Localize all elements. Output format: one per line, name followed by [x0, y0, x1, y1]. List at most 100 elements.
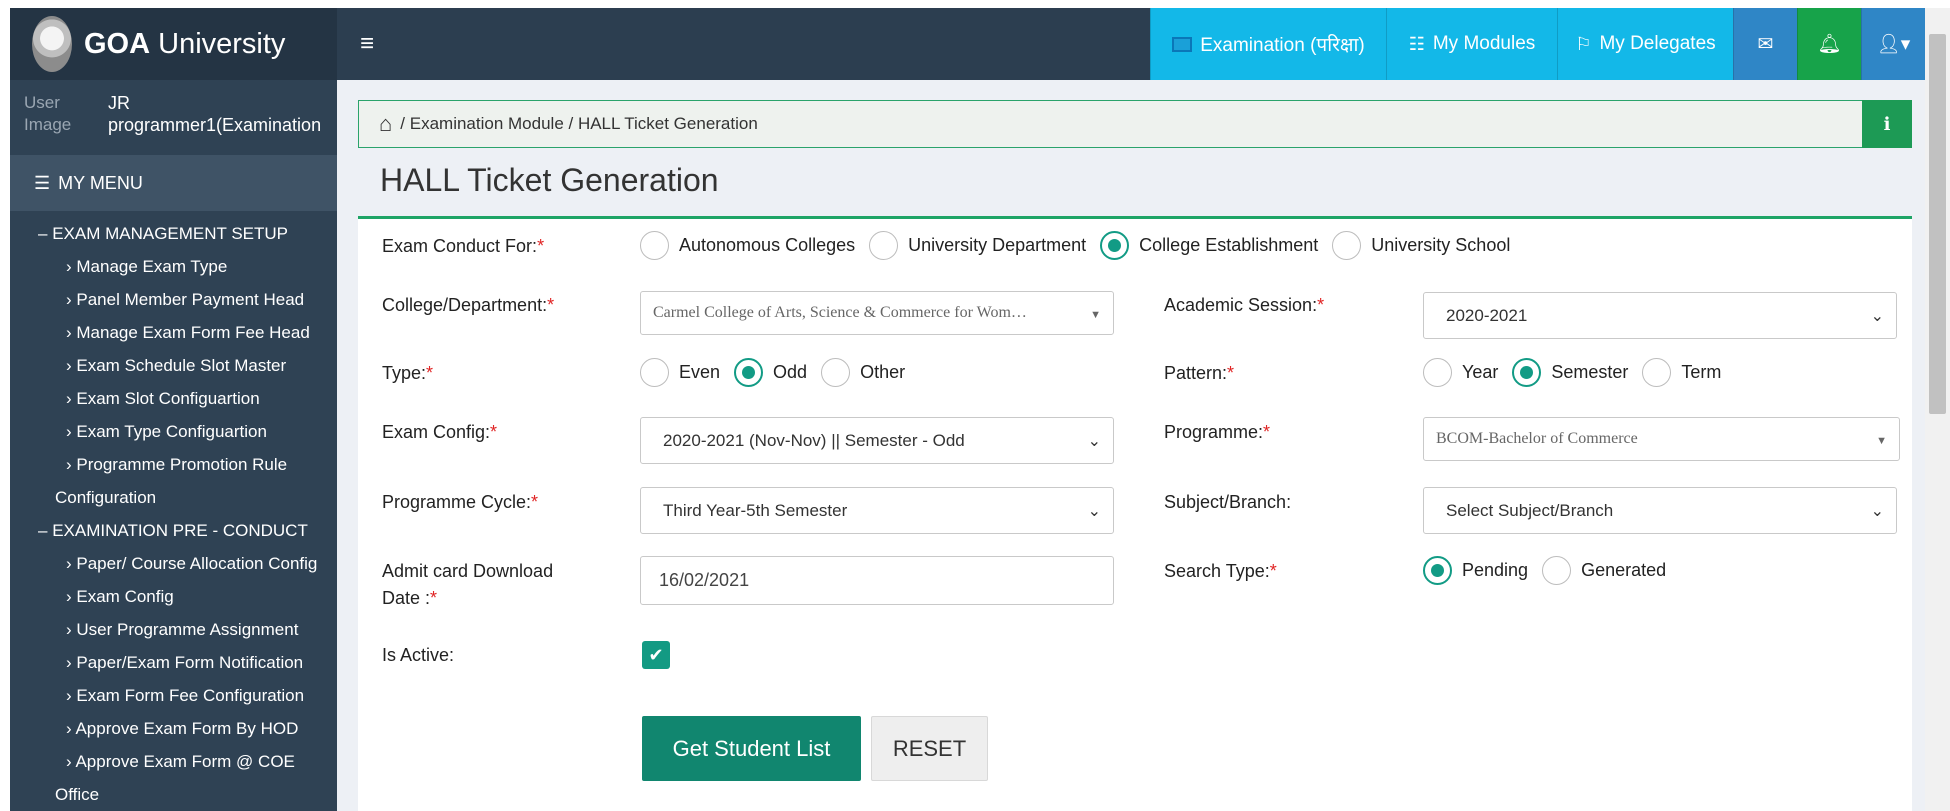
menu-item-paper-exam-form-notification[interactable]: › Paper/Exam Form Notification: [10, 646, 337, 679]
menu-item-manage-exam-form-fee-head[interactable]: › Manage Exam Form Fee Head: [10, 316, 337, 349]
menu-toggle-icon[interactable]: ≡: [360, 30, 374, 58]
menu-item-approve-exam-form-coe-cont[interactable]: Office: [10, 778, 337, 811]
menu-item-approve-exam-form-coe[interactable]: › Approve Exam Form @ COE: [10, 745, 337, 778]
radio-year[interactable]: Year: [1423, 358, 1502, 387]
radio-autonomous-colleges[interactable]: Autonomous Colleges: [640, 231, 859, 260]
type-radio-group: Even Odd Other: [640, 358, 919, 387]
exam-config-select[interactable]: 2020-2021 (Nov-Nov) || Semester - Odd ⌄: [640, 417, 1114, 464]
my-modules-label: My Modules: [1432, 33, 1536, 54]
type-label: Type:*: [382, 363, 434, 383]
user-name: JR programmer1(Examination: [108, 93, 322, 135]
scrollbar-thumb[interactable]: [1929, 34, 1946, 414]
user-panel: User Image JR programmer1(Examination: [10, 80, 337, 155]
college-department-label: College/Department:*: [382, 295, 555, 315]
radio-university-school[interactable]: University School: [1332, 231, 1514, 260]
menu-item-paper-course-allocation[interactable]: › Paper/ Course Allocation Config: [10, 547, 337, 580]
user-image: User Image: [24, 93, 72, 134]
bell-icon: 🔔︎: [1817, 34, 1842, 55]
subject-branch-label: Subject/Branch:: [1164, 492, 1292, 512]
menu-section-exam-management-setup[interactable]: – EXAM MANAGEMENT SETUP: [10, 217, 337, 250]
list-icon: ☰: [34, 172, 51, 193]
get-student-list-button[interactable]: Get Student List: [642, 716, 861, 781]
programme-cycle-select[interactable]: Third Year-5th Semester ⌄: [640, 487, 1114, 534]
programme-label: Programme:*: [1164, 422, 1271, 442]
college-department-select[interactable]: Carmel College of Arts, Science & Commer…: [640, 291, 1114, 335]
pattern-label: Pattern:*: [1164, 363, 1235, 383]
brand-name: GOA University: [84, 27, 286, 60]
navbar-right: Examination (परिक्षा) ☷ My Modules ⚐ My …: [1150, 8, 1925, 80]
radio-term[interactable]: Term: [1642, 358, 1725, 387]
menu-item-exam-schedule-slot-master[interactable]: › Exam Schedule Slot Master: [10, 349, 337, 382]
my-delegates-label: My Delegates: [1599, 33, 1716, 54]
search-type-radio-group: Pending Generated: [1423, 556, 1680, 585]
notifications-button[interactable]: 🔔︎: [1797, 8, 1861, 80]
dropdown-caret-icon: ▼: [1876, 435, 1887, 447]
exam-conduct-for-label: Exam Conduct For:*: [382, 236, 545, 256]
is-active-checkbox[interactable]: ✔: [642, 641, 670, 669]
menu-item-exam-slot-configuration[interactable]: › Exam Slot Configuartion: [10, 382, 337, 415]
menu-item-user-programme-assignment[interactable]: › User Programme Assignment: [10, 613, 337, 646]
menu-item-programme-promotion-rule[interactable]: › Programme Promotion Rule: [10, 448, 337, 481]
menu-item-exam-config[interactable]: › Exam Config: [10, 580, 337, 613]
my-delegates-button[interactable]: ⚐ My Delegates: [1557, 8, 1733, 80]
info-icon[interactable]: ℹ: [1862, 100, 1912, 148]
is-active-label: Is Active:: [382, 645, 455, 665]
academic-session-select[interactable]: 2020-2021 ⌄: [1423, 292, 1897, 339]
page-title: HALL Ticket Generation: [380, 162, 719, 198]
search-type-label: Search Type:*: [1164, 561, 1277, 581]
user-icon: 👤︎▾: [1876, 34, 1911, 55]
menu-item-manage-exam-type[interactable]: › Manage Exam Type: [10, 250, 337, 283]
brand[interactable]: GOA University: [10, 8, 337, 80]
chevron-down-icon: ⌄: [1870, 503, 1884, 520]
programme-select[interactable]: BCOM-Bachelor of Commerce ▼: [1423, 417, 1900, 461]
mail-button[interactable]: ✉: [1733, 8, 1797, 80]
menu-item-programme-promotion-rule-cont[interactable]: Configuration: [10, 481, 337, 514]
university-logo-icon: [32, 16, 72, 72]
my-menu-header: ☰ MY MENU: [10, 155, 337, 211]
radio-college-establishment[interactable]: College Establishment: [1100, 231, 1322, 260]
mail-icon: ✉: [1757, 33, 1774, 55]
chevron-down-icon: ⌄: [1087, 433, 1101, 450]
exam-config-label: Exam Config:*: [382, 422, 498, 442]
page-scrollbar[interactable]: [1925, 8, 1950, 811]
home-icon[interactable]: ⌂: [379, 111, 392, 137]
sidebar: User Image JR programmer1(Examination ☰ …: [10, 80, 337, 811]
user-menu-button[interactable]: 👤︎▾: [1861, 8, 1925, 80]
breadcrumb-path: / Examination Module / HALL Ticket Gener…: [400, 114, 758, 133]
menu-item-panel-member-payment-head[interactable]: › Panel Member Payment Head: [10, 283, 337, 316]
admit-card-date-input[interactable]: 16/02/2021: [640, 556, 1114, 605]
menu-item-exam-form-fee-configuration[interactable]: › Exam Form Fee Configuration: [10, 679, 337, 712]
subject-branch-select[interactable]: Select Subject/Branch ⌄: [1423, 487, 1897, 534]
chevron-down-icon: ⌄: [1087, 503, 1101, 520]
exam-conduct-for-radio-group: Autonomous Colleges University Departmen…: [640, 231, 1524, 260]
main-content: ⌂ / Examination Module / HALL Ticket Gen…: [358, 100, 1912, 811]
menu-item-approve-exam-form-hod[interactable]: › Approve Exam Form By HOD: [10, 712, 337, 745]
app-frame: GOA University ≡ Examination (परिक्षा) ☷…: [10, 8, 1925, 811]
pattern-radio-group: Year Semester Term: [1423, 358, 1735, 387]
reset-button[interactable]: RESET: [871, 716, 988, 781]
radio-pending[interactable]: Pending: [1423, 556, 1532, 585]
radio-generated[interactable]: Generated: [1542, 556, 1670, 585]
menu-section-examination-pre-conduct[interactable]: – EXAMINATION PRE - CONDUCT: [10, 514, 337, 547]
breadcrumb: ⌂ / Examination Module / HALL Ticket Gen…: [358, 100, 1912, 148]
examination-nav-label: Examination (परिक्षा): [1200, 35, 1365, 56]
my-modules-button[interactable]: ☷ My Modules: [1386, 8, 1557, 80]
sidebar-menu: – EXAM MANAGEMENT SETUP › Manage Exam Ty…: [10, 211, 337, 811]
check-icon: ✔: [648, 644, 664, 665]
radio-university-department[interactable]: University Department: [869, 231, 1090, 260]
radio-odd[interactable]: Odd: [734, 358, 811, 387]
programme-cycle-label: Programme Cycle:*: [382, 492, 539, 512]
radio-even[interactable]: Even: [640, 358, 724, 387]
flag-icon: ⚐: [1575, 33, 1592, 54]
window-icon: [1172, 36, 1193, 52]
page-root: GOA University ≡ Examination (परिक्षा) ☷…: [0, 0, 1950, 811]
top-navbar: GOA University ≡ Examination (परिक्षा) ☷…: [10, 8, 1925, 80]
radio-semester[interactable]: Semester: [1512, 358, 1632, 387]
admit-card-date-label: Admit card Download Date :*: [382, 561, 554, 608]
chevron-down-icon: ⌄: [1870, 308, 1884, 325]
radio-other[interactable]: Other: [821, 358, 909, 387]
grid-icon: ☷: [1408, 33, 1425, 54]
examination-nav-button[interactable]: Examination (परिक्षा): [1150, 8, 1386, 80]
dropdown-caret-icon: ▼: [1090, 309, 1101, 321]
menu-item-exam-type-configuration[interactable]: › Exam Type Configuartion: [10, 415, 337, 448]
